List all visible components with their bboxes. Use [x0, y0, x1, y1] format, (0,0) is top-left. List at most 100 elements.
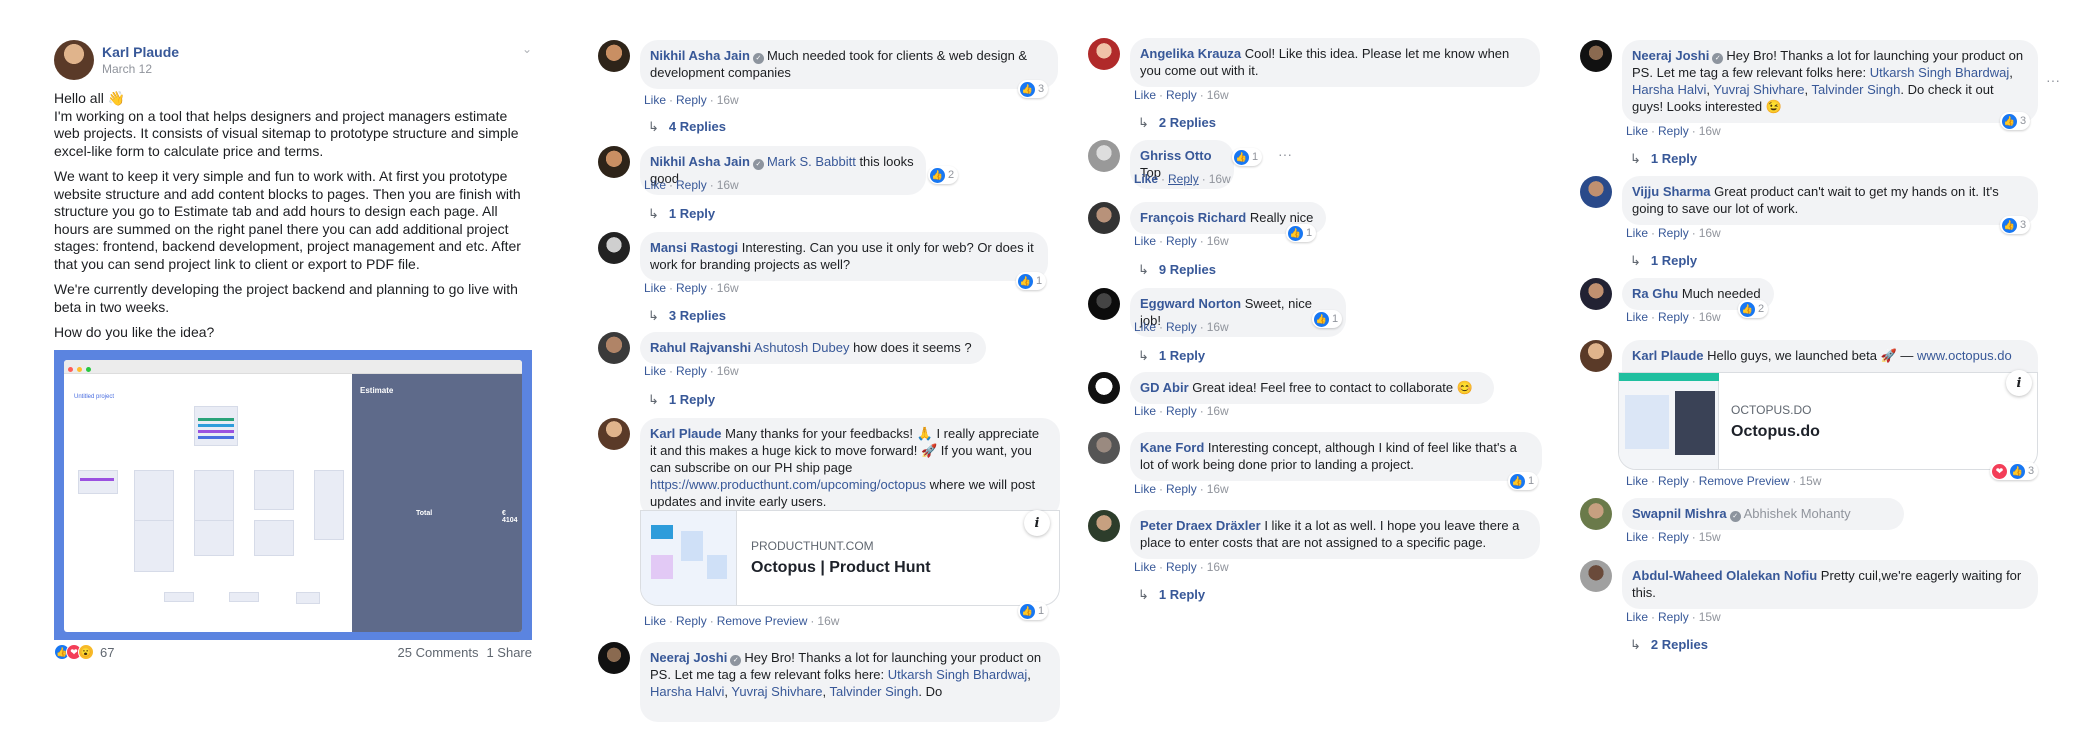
comment-time[interactable]: 16w — [717, 281, 739, 295]
comment-time[interactable]: 16w — [817, 614, 839, 628]
commenter-avatar[interactable] — [598, 40, 630, 72]
comment-time[interactable]: 16w — [1207, 482, 1229, 496]
like-link[interactable]: Like — [644, 178, 666, 192]
like-link[interactable]: Like — [1626, 530, 1648, 544]
comment-time[interactable]: 15w — [1699, 610, 1721, 624]
commenter-avatar[interactable] — [1088, 372, 1120, 404]
commenter-name[interactable]: Mansi Rastogi — [650, 240, 738, 255]
reply-link[interactable]: Reply — [1166, 320, 1197, 334]
comment-like-badge[interactable]: 👍 1 — [1312, 310, 1343, 328]
commenter-name[interactable]: Nikhil Asha Jain — [650, 154, 750, 169]
commenter-avatar[interactable] — [1088, 510, 1120, 542]
commenter-name[interactable]: Vijju Sharma — [1632, 184, 1711, 199]
like-link[interactable]: Like — [644, 281, 666, 295]
reply-link[interactable]: Reply — [1166, 88, 1197, 102]
more-options-icon[interactable]: ··· — [1278, 146, 1292, 162]
like-link[interactable]: Like — [1134, 482, 1156, 496]
reply-link[interactable]: Reply — [676, 614, 707, 628]
remove-preview-link[interactable]: Remove Preview — [1699, 474, 1790, 488]
commenter-name[interactable]: Abdul-Waheed Olalekan Nofiu — [1632, 568, 1817, 583]
reply-link[interactable]: Reply — [1658, 124, 1689, 138]
tagged-user[interactable]: Ashutosh Dubey — [754, 340, 849, 355]
commenter-name[interactable]: Karl Plaude — [650, 426, 722, 441]
more-options-icon[interactable]: ··· — [2046, 72, 2060, 88]
like-link[interactable]: Like — [1626, 610, 1648, 624]
commenter-avatar[interactable] — [1580, 560, 1612, 592]
tagged-user[interactable]: Utkarsh Singh Bhardwaj — [1870, 65, 2009, 80]
wow-reaction-icon[interactable]: 😮 — [78, 644, 94, 660]
reply-link[interactable]: Reply — [1658, 310, 1689, 324]
shares-count[interactable]: 1 Share — [486, 645, 532, 660]
info-icon[interactable]: i — [2006, 370, 2032, 396]
comment-time[interactable]: 16w — [1699, 124, 1721, 138]
reply-link[interactable]: Reply — [1166, 482, 1197, 496]
view-replies-link[interactable]: ↳ 1 Reply — [1630, 151, 1697, 167]
tagged-user[interactable]: Utkarsh Singh Bhardwaj — [888, 667, 1027, 682]
comment-time[interactable]: 16w — [1207, 88, 1229, 102]
comments-count[interactable]: 25 Comments — [398, 645, 479, 660]
commenter-name[interactable]: GD Abir — [1140, 380, 1189, 395]
comment-like-badge[interactable]: 👍 3 — [2000, 112, 2031, 130]
comment-link[interactable]: https://www.producthunt.com/upcoming/oct… — [650, 477, 926, 492]
tagged-user[interactable]: Mark S. Babbitt — [767, 154, 856, 169]
comment-like-badge[interactable]: 👍 1 — [1018, 602, 1049, 620]
comment-time[interactable]: 16w — [1207, 404, 1229, 418]
commenter-name[interactable]: Angelika Krauza — [1140, 46, 1241, 61]
comment-time[interactable]: 16w — [1207, 560, 1229, 574]
reply-link[interactable]: Reply — [676, 281, 707, 295]
reply-link[interactable]: Reply — [1166, 404, 1197, 418]
comment-time[interactable]: 15w — [1699, 530, 1721, 544]
commenter-avatar[interactable] — [598, 146, 630, 178]
comment-like-badge[interactable]: 👍 3 — [2000, 216, 2031, 234]
reply-link[interactable]: Reply — [1658, 474, 1689, 488]
tagged-user[interactable]: Harsha Halvi — [650, 684, 724, 699]
like-link[interactable]: Like — [1134, 560, 1156, 574]
comment-time[interactable]: 16w — [1209, 172, 1231, 186]
commenter-name[interactable]: Neeraj Joshi — [1632, 48, 1709, 63]
view-replies-link[interactable]: ↳ 2 Replies — [1138, 115, 1216, 131]
comment-time[interactable]: 16w — [1699, 226, 1721, 240]
remove-preview-link[interactable]: Remove Preview — [717, 614, 808, 628]
commenter-name[interactable]: Neeraj Joshi — [650, 650, 727, 665]
commenter-name[interactable]: François Richard — [1140, 210, 1246, 225]
comment-like-badge[interactable]: 👍 2 — [1738, 300, 1769, 318]
reply-link[interactable]: Reply — [676, 93, 707, 107]
commenter-avatar[interactable] — [598, 642, 630, 674]
tagged-user[interactable]: Yuvraj Shivhare — [1713, 82, 1804, 97]
commenter-avatar[interactable] — [1088, 38, 1120, 70]
commenter-name[interactable]: Eggward Norton — [1140, 296, 1241, 311]
comment-like-badge[interactable]: 👍 3 — [1018, 80, 1049, 98]
commenter-name[interactable]: Ra Ghu — [1632, 286, 1678, 301]
tagged-user[interactable]: Abhishek Mohanty — [1744, 506, 1851, 521]
reply-link[interactable]: Reply — [1658, 530, 1689, 544]
reply-link[interactable]: Reply — [1166, 234, 1197, 248]
tagged-user[interactable]: Talvinder Singh — [1811, 82, 1900, 97]
post-options-chevron-icon[interactable]: ⌄ — [522, 42, 532, 56]
comment-like-badge[interactable]: 👍 1 — [1286, 224, 1317, 242]
comment-time[interactable]: 16w — [1207, 320, 1229, 334]
comment-time[interactable]: 16w — [717, 178, 739, 192]
post-author-name[interactable]: Karl Plaude — [102, 44, 179, 60]
like-link[interactable]: Like — [1626, 226, 1648, 240]
commenter-avatar[interactable] — [1088, 140, 1120, 172]
post-author-avatar[interactable] — [54, 40, 94, 80]
tagged-user[interactable]: Harsha Halvi — [1632, 82, 1706, 97]
like-link[interactable]: Like — [1626, 310, 1648, 324]
comment-link[interactable]: www.octopus.do — [1917, 348, 2012, 363]
reaction-count[interactable]: 67 — [100, 645, 114, 660]
comment-time[interactable]: 16w — [717, 93, 739, 107]
commenter-avatar[interactable] — [1580, 498, 1612, 530]
tagged-user[interactable]: Talvinder Singh — [829, 684, 918, 699]
view-replies-link[interactable]: ↳ 9 Replies — [1138, 262, 1216, 278]
reply-link[interactable]: Reply — [1166, 560, 1197, 574]
comment-time[interactable]: 16w — [1699, 310, 1721, 324]
reply-link[interactable]: Reply — [676, 178, 707, 192]
comment-time[interactable]: 16w — [717, 364, 739, 378]
commenter-name[interactable]: Rahul Rajvanshi — [650, 340, 751, 355]
like-link[interactable]: Like — [1134, 404, 1156, 418]
reply-link[interactable]: Reply — [1658, 610, 1689, 624]
like-link[interactable]: Like — [1134, 234, 1156, 248]
like-link[interactable]: Like — [1134, 320, 1156, 334]
link-preview-card[interactable]: PRODUCTHUNT.COM Octopus | Product Hunt — [640, 510, 1060, 606]
commenter-avatar[interactable] — [1088, 202, 1120, 234]
